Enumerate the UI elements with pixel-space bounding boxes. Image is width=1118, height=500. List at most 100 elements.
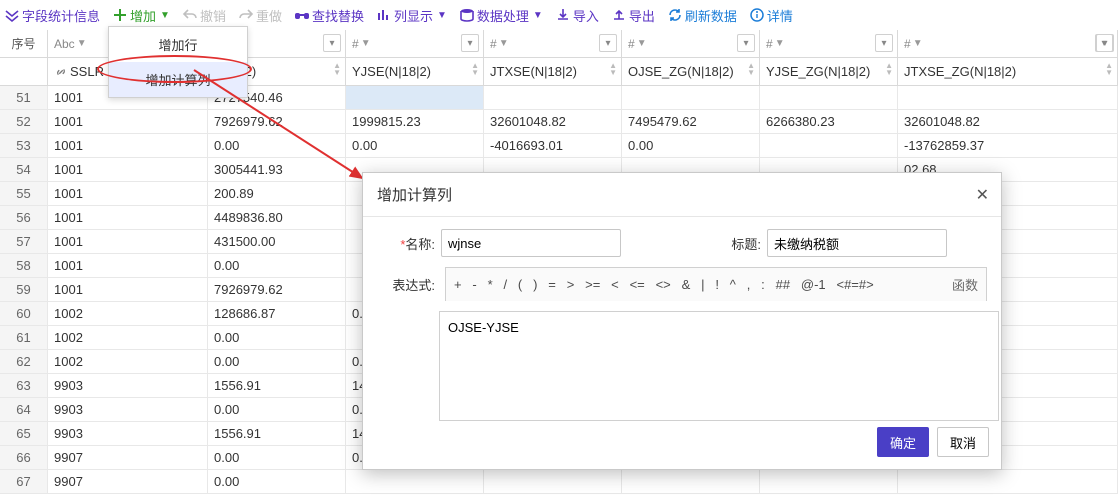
row-index: 66 bbox=[0, 446, 48, 469]
cancel-button[interactable]: 取消 bbox=[937, 427, 989, 457]
sort-icon[interactable]: ▲▼ bbox=[471, 62, 479, 76]
cell[interactable] bbox=[346, 86, 484, 109]
col5-header[interactable]: YJSE_ZG(N|18|2)▲▼ bbox=[760, 58, 898, 85]
data-process-button[interactable]: 数据处理 ▼ bbox=[459, 6, 543, 25]
cell[interactable]: 9907 bbox=[48, 446, 208, 469]
cell[interactable]: 0.00 bbox=[208, 350, 346, 373]
undo-icon bbox=[182, 7, 198, 23]
cell[interactable]: 0.00 bbox=[208, 470, 346, 493]
cell[interactable]: 1001 bbox=[48, 158, 208, 181]
add-button[interactable]: 增加 ▼ bbox=[112, 6, 170, 25]
filter-icon[interactable]: ▾ bbox=[599, 34, 617, 52]
cell[interactable]: 1002 bbox=[48, 350, 208, 373]
cell[interactable]: 1001 bbox=[48, 230, 208, 253]
filter-icon[interactable]: ▾ bbox=[323, 34, 341, 52]
cell[interactable]: 0.00 bbox=[346, 134, 484, 157]
cell[interactable] bbox=[898, 470, 1118, 493]
close-icon[interactable]: ✕ bbox=[976, 185, 989, 205]
columns-button[interactable]: 列显示 ▼ bbox=[376, 6, 447, 25]
col2-header[interactable]: YJSE(N|18|2)▲▼ bbox=[346, 58, 484, 85]
cell[interactable]: 1001 bbox=[48, 134, 208, 157]
sort-icon[interactable]: ▲▼ bbox=[885, 62, 893, 76]
cell[interactable] bbox=[760, 470, 898, 493]
cell[interactable]: -13762859.37 bbox=[898, 134, 1118, 157]
cell[interactable]: 1001 bbox=[48, 254, 208, 277]
operator-bar[interactable]: + - * / ( ) = > >= < <= <> & | ! ^ , : #… bbox=[445, 267, 987, 301]
filter-icon[interactable]: ▾ bbox=[737, 34, 755, 52]
cell[interactable]: 1001 bbox=[48, 206, 208, 229]
table-row[interactable]: 5210017926979.621999815.2332601048.82749… bbox=[0, 110, 1118, 134]
filter-icon[interactable]: ▾ bbox=[875, 34, 893, 52]
field-stats-label: 字段统计信息 bbox=[22, 6, 100, 25]
cell[interactable]: 1001 bbox=[48, 182, 208, 205]
cell[interactable]: 7926979.62 bbox=[208, 278, 346, 301]
cell[interactable]: 9907 bbox=[48, 470, 208, 493]
cell[interactable]: 1999815.23 bbox=[346, 110, 484, 133]
cell[interactable] bbox=[484, 86, 622, 109]
name-input[interactable] bbox=[441, 229, 621, 257]
add-row-item[interactable]: 增加行 bbox=[109, 27, 247, 62]
cell[interactable]: 1001 bbox=[48, 110, 208, 133]
cell[interactable]: 9903 bbox=[48, 374, 208, 397]
cell[interactable]: 0.00 bbox=[208, 254, 346, 277]
cell[interactable]: 1556.91 bbox=[208, 422, 346, 445]
cell[interactable]: 0.00 bbox=[208, 398, 346, 421]
cell[interactable]: 9903 bbox=[48, 422, 208, 445]
cell[interactable] bbox=[898, 86, 1118, 109]
title-input[interactable] bbox=[767, 229, 947, 257]
field-stats-button[interactable]: 字段统计信息 bbox=[4, 6, 100, 25]
cell[interactable] bbox=[760, 86, 898, 109]
filter-icon[interactable]: ▾ bbox=[461, 34, 479, 52]
sort-icon[interactable]: ▲▼ bbox=[609, 62, 617, 76]
redo-button[interactable]: 重做 bbox=[238, 6, 282, 25]
cell[interactable]: 3005441.93 bbox=[208, 158, 346, 181]
binoculars-icon bbox=[294, 7, 310, 23]
col6-header[interactable]: JTXSE_ZG(N|18|2)▲▼ bbox=[898, 58, 1118, 85]
sort-icon[interactable]: ▲▼ bbox=[747, 62, 755, 76]
export-button[interactable]: 导出 bbox=[611, 6, 655, 25]
refresh-button[interactable]: 刷新数据 bbox=[667, 6, 737, 25]
columns-label: 列显示 bbox=[394, 6, 433, 25]
redo-label: 重做 bbox=[256, 6, 282, 25]
cell[interactable]: -4016693.01 bbox=[484, 134, 622, 157]
cell[interactable]: 0.00 bbox=[208, 134, 346, 157]
function-button[interactable]: 函数 bbox=[952, 275, 978, 294]
filter-icon[interactable]: ▾ bbox=[1095, 34, 1113, 52]
cell[interactable]: 32601048.82 bbox=[898, 110, 1118, 133]
cell[interactable]: 0.00 bbox=[208, 326, 346, 349]
add-calc-column-item[interactable]: 增加计算列 bbox=[109, 62, 247, 97]
expression-input[interactable] bbox=[439, 311, 999, 421]
cell[interactable] bbox=[484, 470, 622, 493]
sort-icon[interactable]: ▲▼ bbox=[1105, 62, 1113, 76]
cell[interactable] bbox=[760, 134, 898, 157]
find-replace-button[interactable]: 查找替换 bbox=[294, 6, 364, 25]
cell[interactable]: 0.00 bbox=[622, 134, 760, 157]
table-row[interactable]: 5310010.000.00-4016693.010.00-13762859.3… bbox=[0, 134, 1118, 158]
sort-icon[interactable]: ▲▼ bbox=[333, 62, 341, 76]
cell[interactable]: 9903 bbox=[48, 398, 208, 421]
cell[interactable] bbox=[346, 470, 484, 493]
cell[interactable]: 4489836.80 bbox=[208, 206, 346, 229]
cell[interactable]: 1002 bbox=[48, 326, 208, 349]
cell[interactable]: 7926979.62 bbox=[208, 110, 346, 133]
col3-header[interactable]: JTXSE(N|18|2)▲▼ bbox=[484, 58, 622, 85]
cell[interactable]: 1556.91 bbox=[208, 374, 346, 397]
cell[interactable]: 200.89 bbox=[208, 182, 346, 205]
cell[interactable]: 1001 bbox=[48, 278, 208, 301]
cell[interactable]: 128686.87 bbox=[208, 302, 346, 325]
import-button[interactable]: 导入 bbox=[555, 6, 599, 25]
cell[interactable]: 7495479.62 bbox=[622, 110, 760, 133]
cell[interactable]: 1002 bbox=[48, 302, 208, 325]
cell[interactable]: 32601048.82 bbox=[484, 110, 622, 133]
cell[interactable] bbox=[622, 470, 760, 493]
table-row[interactable]: 6799070.00 bbox=[0, 470, 1118, 494]
undo-button[interactable]: 撤销 bbox=[182, 6, 226, 25]
detail-button[interactable]: 详情 bbox=[749, 6, 793, 25]
ok-button[interactable]: 确定 bbox=[877, 427, 929, 457]
cell[interactable] bbox=[622, 86, 760, 109]
row-index: 62 bbox=[0, 350, 48, 373]
cell[interactable]: 431500.00 bbox=[208, 230, 346, 253]
cell[interactable]: 0.00 bbox=[208, 446, 346, 469]
cell[interactable]: 6266380.23 bbox=[760, 110, 898, 133]
col4-header[interactable]: OJSE_ZG(N|18|2)▲▼ bbox=[622, 58, 760, 85]
